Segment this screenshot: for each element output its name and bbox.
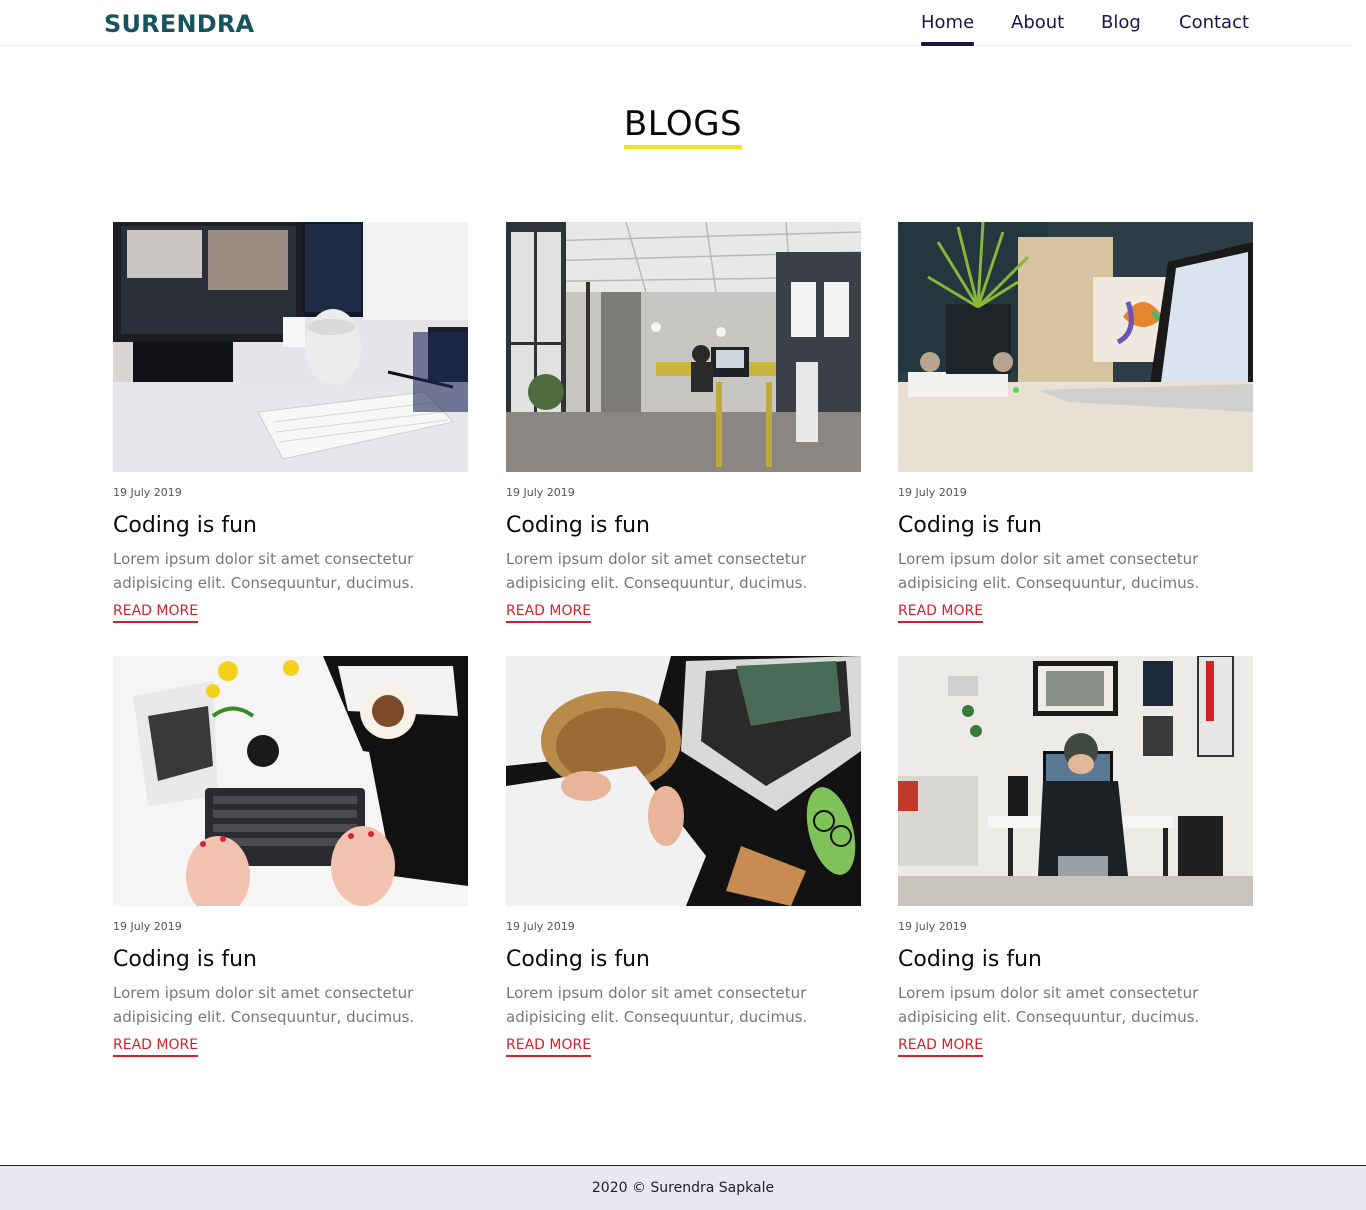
- blog-card: 19 July 2019 Coding is fun Lorem ipsum d…: [898, 656, 1253, 1057]
- blog-card: 19 July 2019 Coding is fun Lorem ipsum d…: [113, 656, 468, 1057]
- blog-card: 19 July 2019 Coding is fun Lorem ipsum d…: [113, 222, 468, 623]
- main-nav: Home About Blog Contact: [0, 0, 1350, 46]
- post-date: 19 July 2019: [506, 486, 575, 499]
- read-more-link[interactable]: READ MORE: [506, 602, 592, 623]
- navbar: SURENDRA Home About Blog Contact: [0, 0, 1350, 46]
- post-title[interactable]: Coding is fun: [898, 511, 1253, 541]
- post-title[interactable]: Coding is fun: [113, 511, 468, 541]
- read-more-link[interactable]: READ MORE: [113, 602, 199, 623]
- blog-image-desk[interactable]: [113, 222, 468, 472]
- blog-image-man-workstation[interactable]: [898, 656, 1253, 906]
- post-excerpt: Lorem ipsum dolor sit amet consectetur a…: [898, 984, 1200, 1026]
- blog-card: 19 July 2019 Coding is fun Lorem ipsum d…: [506, 222, 861, 623]
- post-excerpt: Lorem ipsum dolor sit amet consectetur a…: [506, 984, 808, 1026]
- post-excerpt: Lorem ipsum dolor sit amet consectetur a…: [113, 984, 415, 1026]
- read-more-link[interactable]: READ MORE: [898, 1036, 984, 1057]
- blog-image-office[interactable]: [506, 222, 861, 472]
- post-title[interactable]: Coding is fun: [113, 945, 468, 975]
- footer: 2020 © Surendra Sapkale: [0, 1165, 1366, 1210]
- post-date: 19 July 2019: [113, 920, 182, 933]
- nav-item-home[interactable]: Home: [921, 11, 975, 46]
- post-date: 19 July 2019: [506, 920, 575, 933]
- read-more-link[interactable]: READ MORE: [113, 1036, 199, 1057]
- section-heading: BLOGS: [0, 103, 1366, 149]
- nav-item-contact[interactable]: Contact: [1179, 11, 1249, 35]
- page-title: BLOGS: [623, 103, 743, 149]
- read-more-link[interactable]: READ MORE: [506, 1036, 592, 1057]
- post-excerpt: Lorem ipsum dolor sit amet consectetur a…: [506, 550, 808, 592]
- post-date: 19 July 2019: [898, 920, 967, 933]
- blog-image-hands-keyboard[interactable]: [113, 656, 468, 906]
- post-title[interactable]: Coding is fun: [506, 511, 861, 541]
- post-excerpt: Lorem ipsum dolor sit amet consectetur a…: [113, 550, 415, 592]
- nav-item-blog[interactable]: Blog: [1101, 11, 1141, 35]
- post-date: 19 July 2019: [898, 486, 967, 499]
- blog-card: 19 July 2019 Coding is fun Lorem ipsum d…: [506, 656, 861, 1057]
- post-excerpt: Lorem ipsum dolor sit amet consectetur a…: [898, 550, 1200, 592]
- nav-item-about[interactable]: About: [1011, 11, 1064, 35]
- footer-copyright: 2020 © Surendra Sapkale: [591, 1180, 775, 1196]
- post-date: 19 July 2019: [113, 486, 182, 499]
- post-title[interactable]: Coding is fun: [898, 945, 1253, 975]
- blog-card: 19 July 2019 Coding is fun Lorem ipsum d…: [898, 222, 1253, 623]
- blog-image-plant-laptop[interactable]: [898, 222, 1253, 472]
- post-title[interactable]: Coding is fun: [506, 945, 861, 975]
- read-more-link[interactable]: READ MORE: [898, 602, 984, 623]
- blog-image-stressed-woman[interactable]: [506, 656, 861, 906]
